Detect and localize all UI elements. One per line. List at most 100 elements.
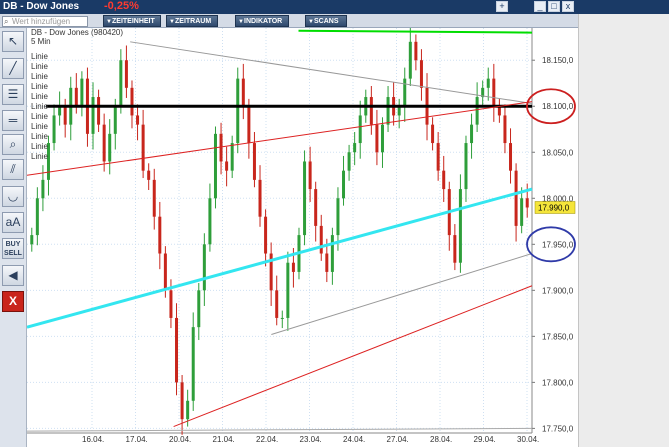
chevron-down-icon: ▼ xyxy=(106,19,112,25)
candle-body xyxy=(291,262,295,272)
delete-tool[interactable]: X xyxy=(2,291,24,312)
candle-body xyxy=(41,179,45,199)
x-tick-label: 24.04. xyxy=(343,435,365,444)
minimize-button[interactable]: _ xyxy=(534,1,546,12)
close-icon: X xyxy=(8,294,17,308)
x-tick-label: 22.04. xyxy=(256,435,278,444)
zoom-tool[interactable]: ⌕ xyxy=(2,134,24,155)
candle-body xyxy=(102,124,106,162)
chart-period: 5 Min xyxy=(31,37,51,46)
x-tick-label: 17.04. xyxy=(126,435,148,444)
legend-entry: Linie xyxy=(31,72,48,81)
candle-body xyxy=(230,143,234,171)
chart-background xyxy=(27,28,578,447)
candle-body xyxy=(241,78,245,107)
buy-sell-tool[interactable]: BUY SELL xyxy=(2,238,24,259)
candle-body xyxy=(119,60,123,107)
maximize-button[interactable]: □ xyxy=(548,1,560,12)
chart-area[interactable]: 18.150,0 18.100,0 18.050,0 18.000,0 17.950,0… xyxy=(26,27,578,447)
candle-body xyxy=(113,106,117,134)
candle-body xyxy=(458,189,462,263)
horizontal-line-tool[interactable]: ═ xyxy=(2,110,24,131)
candle-body xyxy=(375,124,379,153)
candle-body xyxy=(431,124,435,144)
x-tick-label: 23.04. xyxy=(300,435,322,444)
candle-body xyxy=(63,106,67,125)
legend-entry: Linie xyxy=(31,132,48,141)
legend-entry: Linie xyxy=(31,52,48,61)
candle-body xyxy=(191,327,195,401)
x-tick-label: 29.04. xyxy=(474,435,496,444)
menu-indikator[interactable]: ▼ INDIKATOR xyxy=(235,15,289,27)
candle-body xyxy=(169,290,173,318)
candle-body xyxy=(141,124,145,171)
candle-body xyxy=(336,198,340,236)
line-tool[interactable]: ╱ xyxy=(2,58,24,79)
price-change: -0,25% xyxy=(104,0,139,12)
candle-body xyxy=(419,60,423,88)
candle-body xyxy=(91,97,95,134)
candle-body xyxy=(136,115,140,125)
candle-body xyxy=(52,115,56,144)
candle-body xyxy=(225,161,229,171)
candle-body xyxy=(453,235,457,263)
candle-body xyxy=(525,198,529,208)
right-side-panel xyxy=(578,14,669,447)
candle-body xyxy=(403,78,407,107)
candle-body xyxy=(158,216,162,254)
candle-body xyxy=(208,198,212,245)
candle-body xyxy=(180,382,184,420)
menu-zeitraum[interactable]: ▼ ZEITRAUM xyxy=(166,15,218,27)
add-symbol-input[interactable]: ⌕ Wert hinzufügen xyxy=(2,16,88,27)
sound-tool[interactable]: ◀ xyxy=(2,265,24,286)
y-tick-label: 18.150,0 xyxy=(542,56,574,65)
channel-tool[interactable]: ⫽ xyxy=(2,159,24,180)
x-tick-label: 28.04. xyxy=(430,435,452,444)
legend-entry: Linie xyxy=(31,122,48,131)
pin-button[interactable]: + xyxy=(496,1,508,12)
close-button[interactable]: x xyxy=(562,1,574,12)
candle-body xyxy=(358,115,362,144)
chevron-down-icon: ▼ xyxy=(308,19,314,25)
current-price-label: 17.990,0 xyxy=(538,203,570,212)
legend-entry: Linie xyxy=(31,82,48,91)
price-chart[interactable]: 18.150,018.100,018.050,018.000,017.950,0… xyxy=(26,27,578,447)
candle-body xyxy=(197,290,201,328)
candle-body xyxy=(252,143,256,180)
candle-body xyxy=(408,41,412,79)
x-tick-label: 21.04. xyxy=(213,435,235,444)
candle-body xyxy=(286,262,290,318)
y-tick-label: 17.750,0 xyxy=(542,424,574,433)
candle-body xyxy=(475,97,479,125)
candle-body xyxy=(330,235,334,272)
text-tool[interactable]: aA xyxy=(2,212,24,233)
chart-title: DB - Dow Jones (980420) xyxy=(31,28,124,37)
candle-body xyxy=(124,60,128,88)
curve-tool[interactable]: ◡ xyxy=(2,186,24,207)
chart-toolbar: ⌕ Wert hinzufügen ▼ ZEITEINHEIT ▼ ZEITRAUM… xyxy=(0,14,578,28)
x-tick-label: 16.04. xyxy=(82,435,104,444)
candle-body xyxy=(442,170,446,190)
y-tick-label: 18.050,0 xyxy=(542,148,574,157)
title-bar: DB - Dow Jones -0,25% + _ □ x xyxy=(0,0,669,14)
menu-scans[interactable]: ▼ SCANS xyxy=(305,15,347,27)
candle-body xyxy=(163,253,167,291)
x-tick-label: 20.04. xyxy=(169,435,191,444)
candle-body xyxy=(236,78,240,144)
fibonacci-tool[interactable]: ☰ xyxy=(2,84,24,105)
y-tick-label: 18.100,0 xyxy=(542,102,574,111)
candle-body xyxy=(369,97,373,125)
candle-body xyxy=(152,179,156,217)
drawing-tools-panel: ↖ ╱ ☰ ═ ⌕ ⫽ ✋ ◡ aA BUY SELL ◀ xyxy=(0,28,27,447)
candle-body xyxy=(325,253,329,272)
candle-body xyxy=(35,198,39,236)
window-title: DB - Dow Jones xyxy=(3,1,80,12)
candle-body xyxy=(264,216,268,254)
cursor-tool[interactable]: ↖ xyxy=(2,31,24,52)
chart-legend: Linie Linie Linie Linie Linie Linie Linie Linie… xyxy=(31,52,48,162)
menu-zeiteinheit[interactable]: ▼ ZEITEINHEIT xyxy=(103,15,161,27)
x-tick-label: 30.04. xyxy=(517,435,539,444)
candle-body xyxy=(213,133,217,199)
speaker-icon: ◀ xyxy=(8,268,18,282)
candle-body xyxy=(247,106,251,144)
